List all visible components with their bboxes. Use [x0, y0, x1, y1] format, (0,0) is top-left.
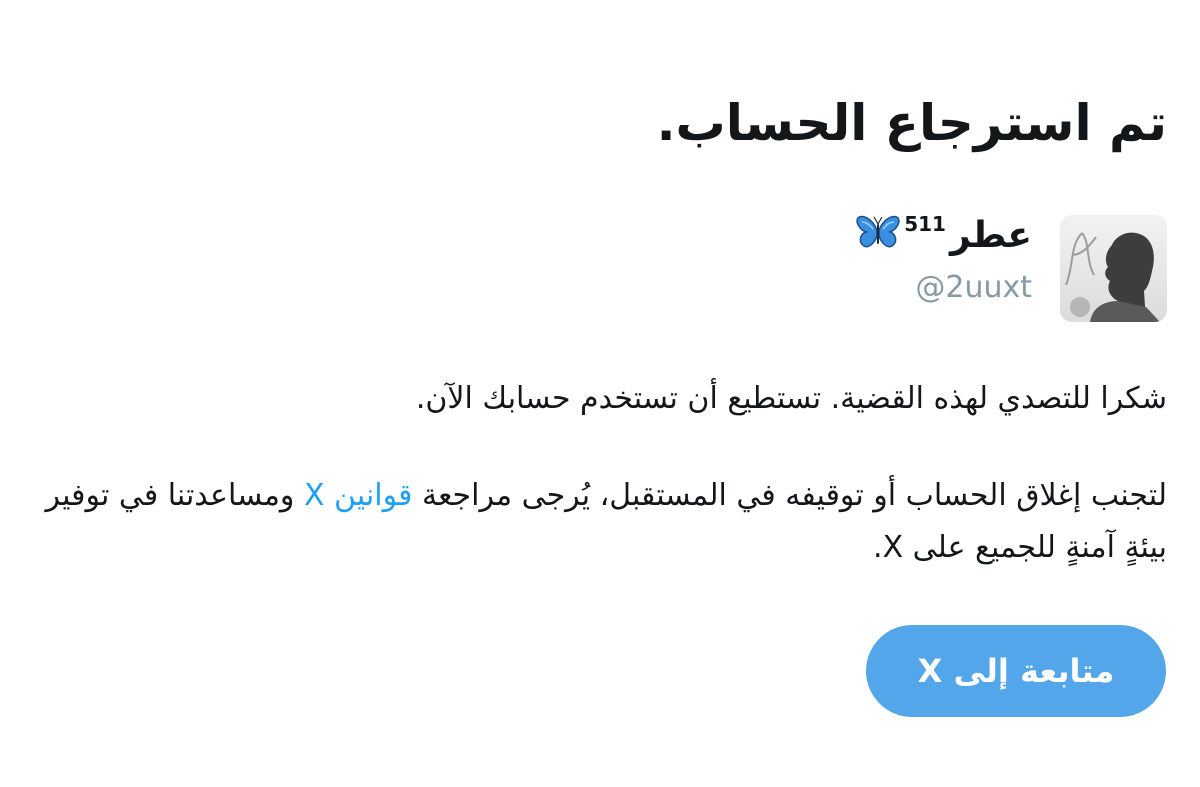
success-message: شكرا للتصدي لهذه القضية. تستطيع أن تستخد… [415, 381, 1167, 416]
page-title: تم استرجاع الحساب. [656, 94, 1167, 152]
display-name: عطر 511 [856, 210, 1032, 267]
rules-message-text-start: لتجنب إغلاق الحساب أو توقيفه في المستقبل… [412, 478, 1167, 513]
avatar [1060, 215, 1167, 322]
display-name-text: عطر [949, 215, 1032, 256]
butterfly-icon [856, 214, 900, 267]
avatar-image [1060, 215, 1167, 322]
display-name-superscript: 511 [904, 212, 946, 236]
continue-button[interactable]: متابعة إلى X [866, 625, 1166, 717]
rules-link[interactable]: قوانين X [304, 478, 413, 513]
account-handle: @2uuxt [915, 270, 1032, 305]
account-restored-page: تم استرجاع الحساب. عطر 511 @2uuxt شكرا ل… [0, 0, 1200, 787]
rules-message: لتجنب إغلاق الحساب أو توقيفه في المستقبل… [27, 470, 1167, 574]
